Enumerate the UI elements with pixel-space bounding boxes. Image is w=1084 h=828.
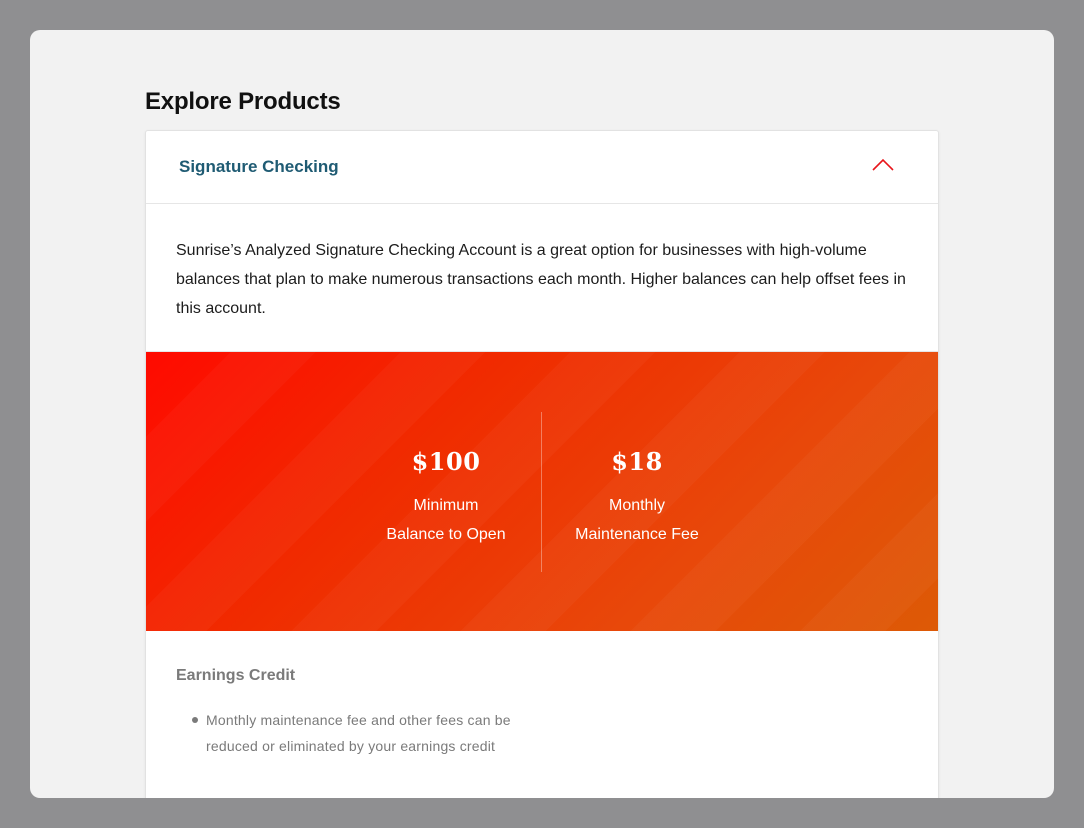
chevron-up-icon[interactable] — [872, 157, 894, 171]
browser-viewport: Explore Products Signature Checking Sunr… — [30, 30, 1054, 798]
stat-value: $100 — [411, 447, 481, 476]
stat-maintenance-fee: $18 Monthly Maintenance Fee — [537, 447, 737, 549]
list-item: Monthly maintenance fee and other fees c… — [192, 707, 524, 759]
product-accordion: Signature Checking Sunrise’s Analyzed Si… — [145, 130, 939, 798]
features-list: Monthly maintenance fee and other fees c… — [176, 707, 524, 759]
features-section: Earnings Credit Monthly maintenance fee … — [146, 631, 938, 759]
product-name: Signature Checking — [179, 157, 339, 176]
stat-label-line1: Minimum — [413, 497, 479, 514]
product-stats-banner: $100 Minimum Balance to Open $18 Monthly… — [146, 351, 938, 631]
stat-label-line2: Balance to Open — [386, 526, 506, 543]
stat-value: $18 — [611, 447, 663, 476]
section-title: Explore Products — [145, 88, 341, 115]
features-title: Earnings Credit — [176, 667, 296, 684]
accordion-header[interactable]: Signature Checking — [146, 131, 938, 204]
product-description: Sunrise’s Analyzed Signature Checking Ac… — [176, 242, 906, 317]
stat-minimum-balance: $100 Minimum Balance to Open — [346, 447, 546, 549]
stat-label-line1: Monthly — [608, 497, 666, 514]
stat-label-line2: Maintenance Fee — [575, 526, 699, 543]
